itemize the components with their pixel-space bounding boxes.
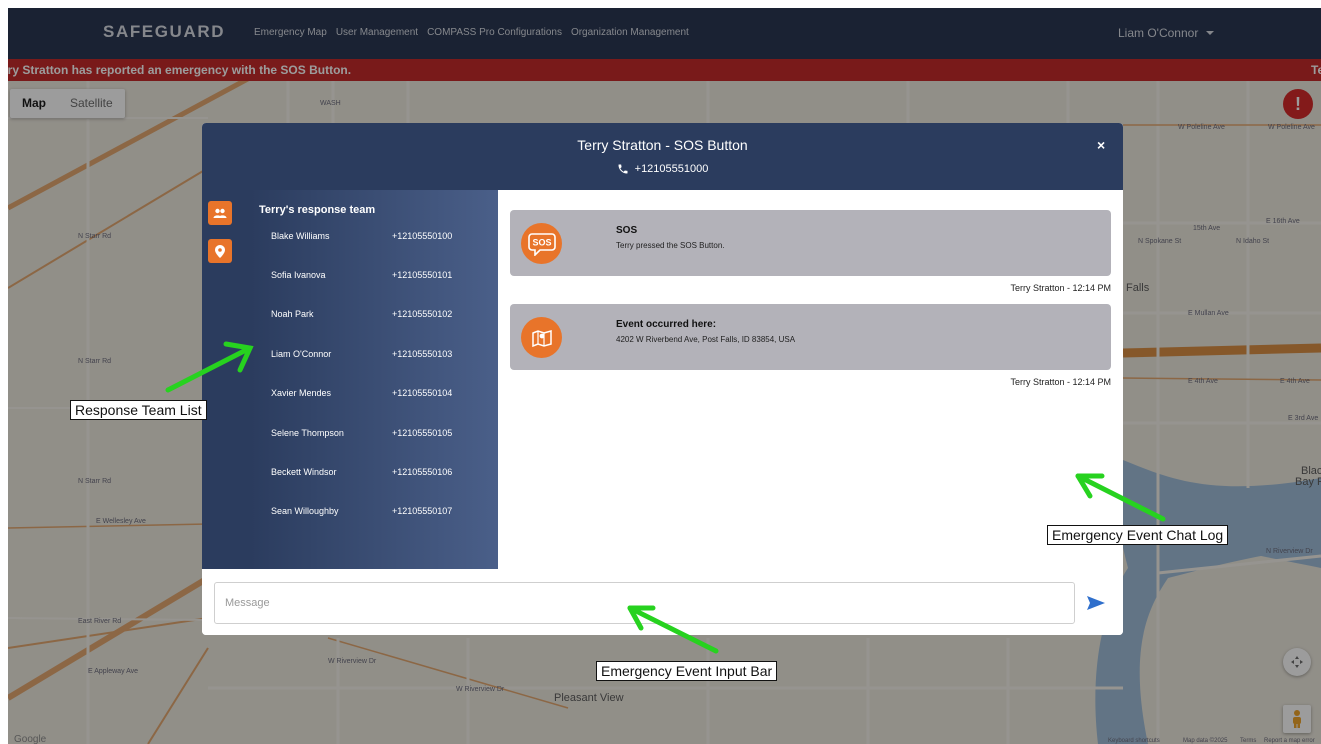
member-phone: +12105550107 [392, 506, 453, 516]
team-member[interactable]: Blake Williams +12105550100 [271, 231, 471, 247]
member-name: Sofia Ivanova [271, 270, 326, 280]
message-title: Event occurred here: [616, 319, 717, 330]
team-member[interactable]: Selene Thompson +12105550105 [271, 428, 471, 444]
member-phone: +12105550104 [392, 388, 453, 398]
message-timestamp: Terry Stratton - 12:14 PM [1010, 283, 1111, 293]
member-phone: +12105550106 [392, 467, 453, 477]
response-team-panel: Terry's response team Blake Williams +121… [250, 190, 498, 569]
message-timestamp: Terry Stratton - 12:14 PM [1010, 377, 1111, 387]
chat-input-bar [202, 569, 1123, 635]
send-icon[interactable] [1087, 596, 1105, 610]
location-pin-icon[interactable] [208, 239, 232, 263]
member-name: Blake Williams [271, 231, 330, 241]
team-member[interactable]: Beckett Windsor +12105550106 [271, 467, 471, 483]
team-icon[interactable] [208, 201, 232, 225]
member-name: Selene Thompson [271, 428, 344, 438]
member-name: Sean Willoughby [271, 506, 339, 516]
team-title: Terry's response team [259, 204, 376, 216]
sos-badge-text: SOS [532, 237, 551, 247]
sos-icon: SOS [521, 223, 562, 264]
app-window: W Poleline Ave W Poleline Ave 15th Ave E… [8, 8, 1321, 744]
message-text: Terry pressed the SOS Button. [616, 241, 725, 250]
chat-message-sos: SOS SOS Terry pressed the SOS Button. [510, 210, 1111, 276]
team-member[interactable]: Sean Willoughby +12105550107 [271, 506, 471, 522]
member-name: Xavier Mendes [271, 388, 332, 398]
message-title: SOS [616, 225, 638, 236]
team-member[interactable]: Xavier Mendes +12105550104 [271, 388, 471, 404]
modal-title: Terry Stratton - SOS Button [577, 137, 748, 153]
member-name: Beckett Windsor [271, 467, 337, 477]
team-member[interactable]: Noah Park +12105550102 [271, 309, 471, 325]
member-name: Noah Park [271, 309, 314, 319]
team-member[interactable]: Sofia Ivanova +12105550101 [271, 270, 471, 286]
chat-message-location: Event occurred here: 4202 W Riverbend Av… [510, 304, 1111, 370]
close-icon[interactable]: × [1097, 137, 1105, 153]
team-member[interactable]: Liam O'Connor +12105550103 [271, 349, 471, 365]
member-phone: +12105550105 [392, 428, 453, 438]
message-text: 4202 W Riverbend Ave, Post Falls, ID 838… [616, 335, 796, 344]
member-phone: +12105550101 [392, 270, 453, 280]
modal-phone[interactable]: +12105551000 [202, 163, 1123, 175]
emergency-modal: Terry Stratton - SOS Button +12105551000… [202, 123, 1123, 635]
member-phone: +12105550102 [392, 309, 453, 319]
member-phone: +12105550103 [392, 349, 453, 359]
member-name: Liam O'Connor [271, 349, 332, 359]
annotation-chat-log: Emergency Event Chat Log [1047, 525, 1229, 545]
phone-icon [618, 164, 628, 174]
annotation-response-team-list: Response Team List [70, 400, 207, 420]
modal-side-rail [202, 190, 250, 569]
chat-log[interactable]: SOS SOS Terry pressed the SOS Button. Te… [498, 190, 1123, 569]
annotation-input-bar: Emergency Event Input Bar [596, 661, 778, 681]
map-icon [521, 317, 562, 358]
modal-phone-number: +12105551000 [634, 163, 709, 175]
member-phone: +12105550100 [392, 231, 453, 241]
modal-header: Terry Stratton - SOS Button +12105551000… [202, 123, 1123, 190]
message-input[interactable] [214, 582, 1075, 624]
